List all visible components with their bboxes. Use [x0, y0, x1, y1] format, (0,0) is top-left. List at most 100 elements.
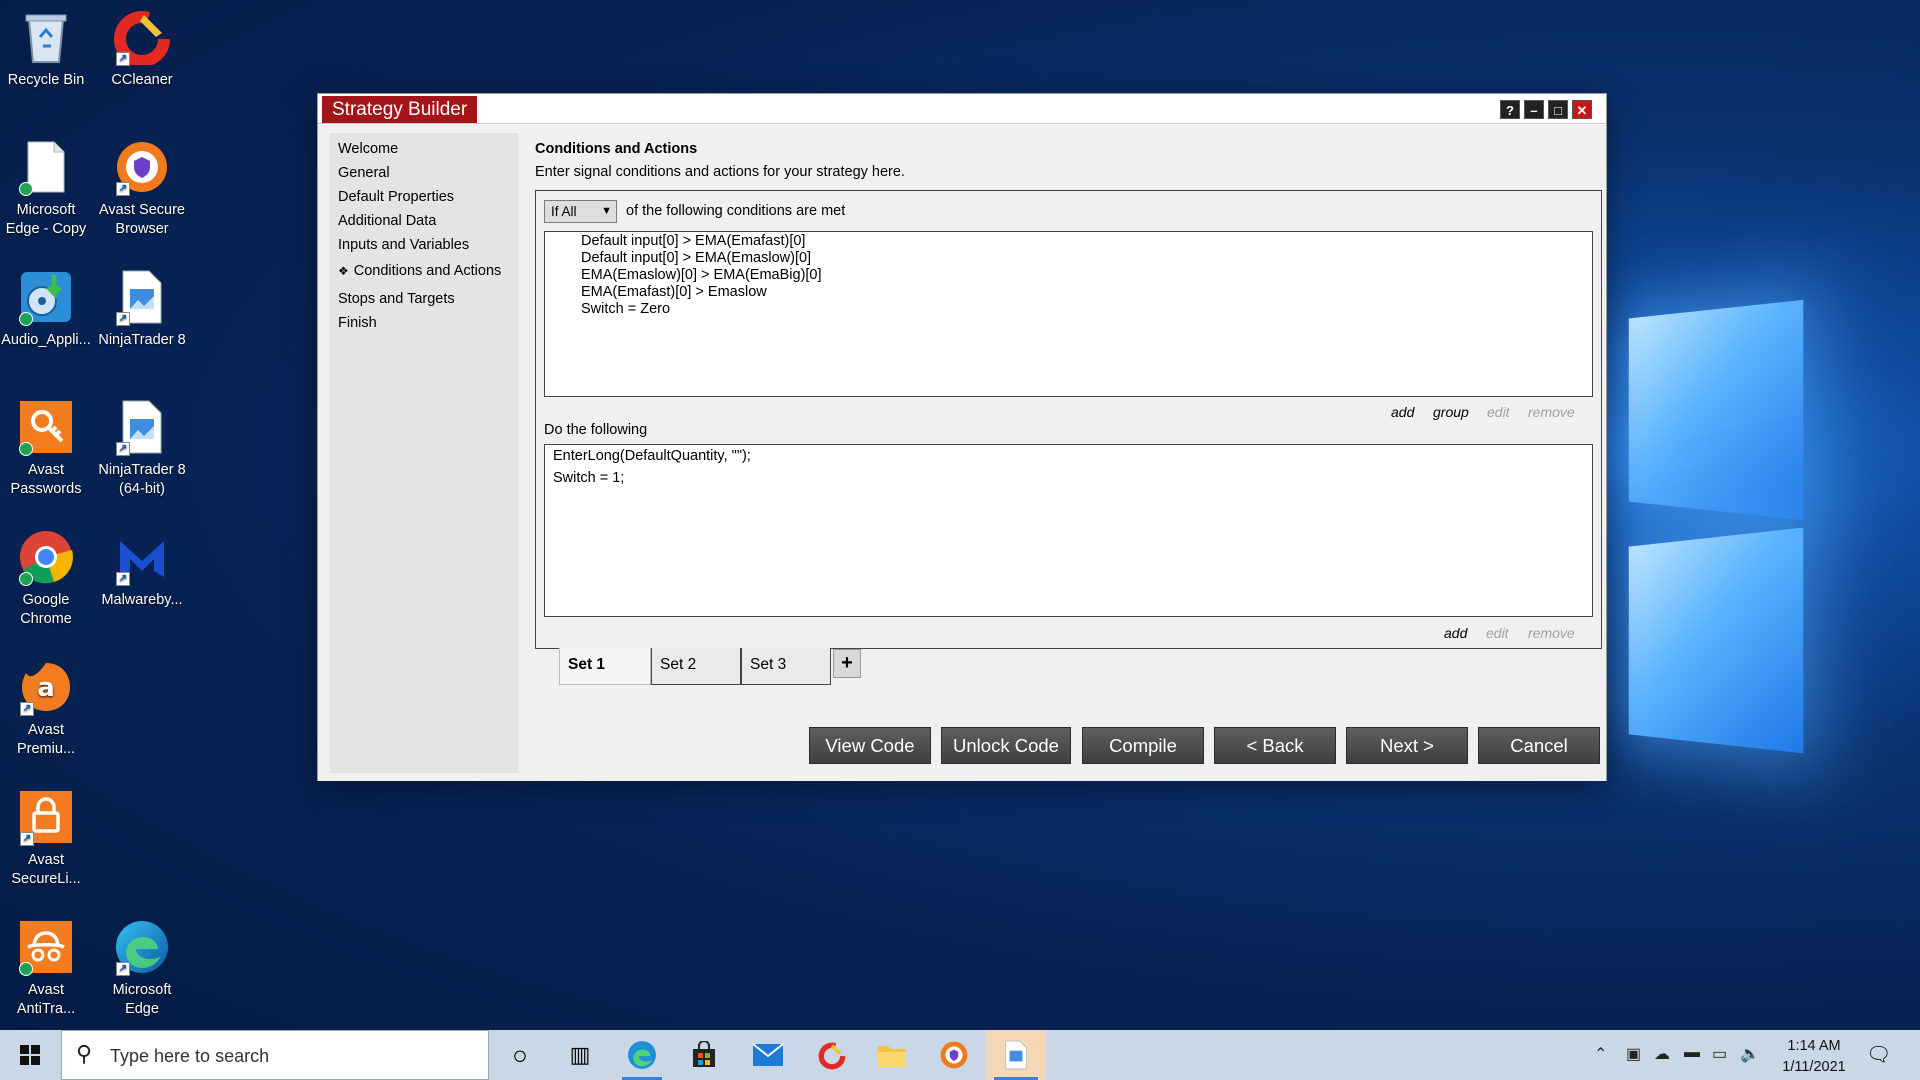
nav-item-default-properties[interactable]: Default Properties	[338, 189, 454, 205]
nav-item-label: Conditions and Actions	[353, 263, 502, 279]
desktop-icon-avast-passwords[interactable]: Avast Passwords	[0, 398, 92, 499]
compile-button[interactable]: Compile	[1082, 727, 1204, 764]
avast-antitrack-icon	[17, 918, 75, 976]
desktop-icon-avast-secureline[interactable]: ↗ Avast SecureLi...	[0, 788, 92, 889]
nav-item-conditions-and-actions[interactable]: Conditions and Actions	[338, 263, 502, 279]
set-frame: If All ▼ of the following conditions are…	[535, 190, 1602, 649]
desktop-icon-ninjatrader-8[interactable]: ↗ NinjaTrader 8	[96, 268, 188, 350]
tab-set-3[interactable]: Set 3	[741, 648, 831, 685]
start-button[interactable]	[0, 1030, 60, 1080]
nav-item-finish[interactable]: Finish	[338, 315, 377, 331]
malwarebytes-icon: ↗	[113, 528, 171, 586]
condition-edit-link[interactable]: edit	[1487, 404, 1510, 420]
desktop-icon-microsoft-edge[interactable]: ↗ Microsoft Edge	[96, 918, 188, 1019]
network-icon[interactable]: ▭	[1712, 1044, 1727, 1064]
show-hidden-icons-button[interactable]: ⌃	[1594, 1044, 1607, 1064]
action-item[interactable]: EnterLong(DefaultQuantity, "");	[553, 448, 751, 464]
view-code-button[interactable]: View Code	[809, 727, 931, 764]
desktop-icon-audio-appli[interactable]: Audio_Appli...	[0, 268, 92, 350]
folder-icon	[878, 1046, 906, 1067]
action-add-link[interactable]: add	[1444, 625, 1467, 641]
audio-installer-icon	[17, 268, 75, 326]
section-title: Conditions and Actions	[535, 141, 698, 157]
task-view-button[interactable]: ▥	[552, 1030, 608, 1080]
desktop-icon-malwarebytes[interactable]: ↗ Malwareby...	[96, 528, 188, 610]
window-title: Strategy Builder	[322, 96, 478, 123]
task-view-icon: ▥	[569, 1042, 591, 1067]
taskbar-edge[interactable]	[614, 1030, 670, 1080]
search-icon: ⚲	[76, 1041, 93, 1066]
taskbar-search-box[interactable]: ⚲ Type here to search	[61, 1030, 489, 1080]
conditions-actions-panel: Conditions and Actions Enter signal cond…	[527, 133, 1602, 773]
nav-item-stops-and-targets[interactable]: Stops and Targets	[338, 291, 455, 307]
action-item[interactable]: Switch = 1;	[553, 470, 624, 486]
nav-item-general[interactable]: General	[338, 165, 390, 181]
ccleaner-icon	[818, 1042, 846, 1070]
desktop-icon-recycle-bin[interactable]: Recycle Bin	[0, 8, 92, 90]
condition-group-link[interactable]: group	[1433, 404, 1469, 420]
conditions-list[interactable]: Default input[0] > EMA(Emafast)[0] Defau…	[544, 231, 1593, 397]
condition-item[interactable]: Default input[0] > EMA(Emafast)[0]	[581, 233, 805, 249]
tab-set-2[interactable]: Set 2	[651, 648, 741, 685]
taskbar-ninjatrader[interactable]	[986, 1030, 1046, 1080]
condition-item[interactable]: EMA(Emaslow)[0] > EMA(EmaBig)[0]	[581, 267, 822, 283]
nav-item-inputs-and-variables[interactable]: Inputs and Variables	[338, 237, 469, 253]
strategy-builder-window: Strategy Builder ? – □ ✕ Welcome General…	[317, 93, 1607, 781]
edge-icon: ↗	[113, 918, 171, 976]
desktop-icon-edge-copy[interactable]: Microsoft Edge - Copy	[0, 138, 92, 239]
condition-item[interactable]: Switch = Zero	[581, 301, 670, 317]
condition-remove-link[interactable]: remove	[1528, 404, 1575, 420]
desktop-icon-ccleaner[interactable]: ↗ CCleaner	[96, 8, 188, 90]
battery-icon[interactable]: ▬	[1684, 1044, 1700, 1062]
action-center-icon[interactable]: 🗨	[1866, 1042, 1891, 1067]
taskbar-ccleaner[interactable]	[804, 1030, 860, 1080]
clock-date: 1/11/2021	[1782, 1059, 1846, 1075]
help-button[interactable]: ?	[1500, 100, 1520, 119]
desktop-icon-google-chrome[interactable]: Google Chrome	[0, 528, 92, 629]
nav-item-additional-data[interactable]: Additional Data	[338, 213, 436, 229]
title-bar[interactable]: Strategy Builder ? – □ ✕	[318, 94, 1606, 124]
condition-add-link[interactable]: add	[1391, 404, 1414, 420]
taskbar-mail[interactable]	[740, 1030, 796, 1080]
avast-icon: a ↗	[17, 658, 75, 716]
actions-label: Do the following	[544, 422, 648, 438]
taskbar-store[interactable]	[676, 1030, 732, 1080]
volume-icon[interactable]: 🔈	[1740, 1044, 1760, 1064]
desktop-icon-avast-secure-browser[interactable]: ↗ Avast Secure Browser	[96, 138, 188, 239]
desktop-icon-avast-premium[interactable]: a ↗ Avast Premiu...	[0, 658, 92, 759]
add-set-button[interactable]: +	[833, 649, 861, 678]
ninjatrader-icon: ↗	[113, 398, 171, 456]
cancel-button[interactable]: Cancel	[1478, 727, 1600, 764]
next-button[interactable]: Next >	[1346, 727, 1468, 764]
action-edit-link[interactable]: edit	[1486, 625, 1509, 641]
close-button[interactable]: ✕	[1572, 100, 1592, 119]
meet-now-icon[interactable]: ▣	[1626, 1044, 1641, 1064]
desktop-icon-ninjatrader-8-64[interactable]: ↗ NinjaTrader 8 (64-bit)	[96, 398, 188, 499]
cortana-button[interactable]: ○	[492, 1030, 548, 1080]
actions-list[interactable]: EnterLong(DefaultQuantity, ""); Switch =…	[544, 444, 1593, 617]
onedrive-icon[interactable]: ☁	[1654, 1044, 1670, 1064]
maximize-button[interactable]: □	[1548, 100, 1568, 119]
clock[interactable]: 1:14 AM 1/11/2021	[1772, 1036, 1856, 1078]
ninjatrader-icon	[1005, 1040, 1027, 1070]
condition-item[interactable]: EMA(Emafast)[0] > Emaslow	[581, 284, 767, 300]
taskbar-avast-browser[interactable]	[926, 1030, 982, 1080]
cortana-icon: ○	[512, 1039, 528, 1070]
condition-item[interactable]: Default input[0] > EMA(Emaslow)[0]	[581, 250, 811, 266]
tab-set-1[interactable]: Set 1	[559, 648, 651, 685]
unlock-code-button[interactable]: Unlock Code	[941, 727, 1071, 764]
minimize-button[interactable]: –	[1524, 100, 1544, 119]
window-body: Welcome General Default Properties Addit…	[318, 125, 1606, 781]
action-remove-link[interactable]: remove	[1528, 625, 1575, 641]
file-icon	[17, 138, 75, 196]
condition-mode-select[interactable]: If All ▼	[544, 200, 617, 223]
taskbar-file-explorer[interactable]	[864, 1030, 920, 1080]
nav-item-welcome[interactable]: Welcome	[338, 141, 398, 157]
ccleaner-icon: ↗	[113, 8, 171, 66]
condition-mode-value: If All	[551, 204, 577, 219]
avast-browser-icon	[940, 1041, 968, 1069]
back-button[interactable]: < Back	[1214, 727, 1336, 764]
desktop-icon-avast-antitrack[interactable]: Avast AntiTra...	[0, 918, 92, 1019]
wizard-nav: Welcome General Default Properties Addit…	[330, 133, 518, 773]
store-icon	[693, 1041, 715, 1067]
